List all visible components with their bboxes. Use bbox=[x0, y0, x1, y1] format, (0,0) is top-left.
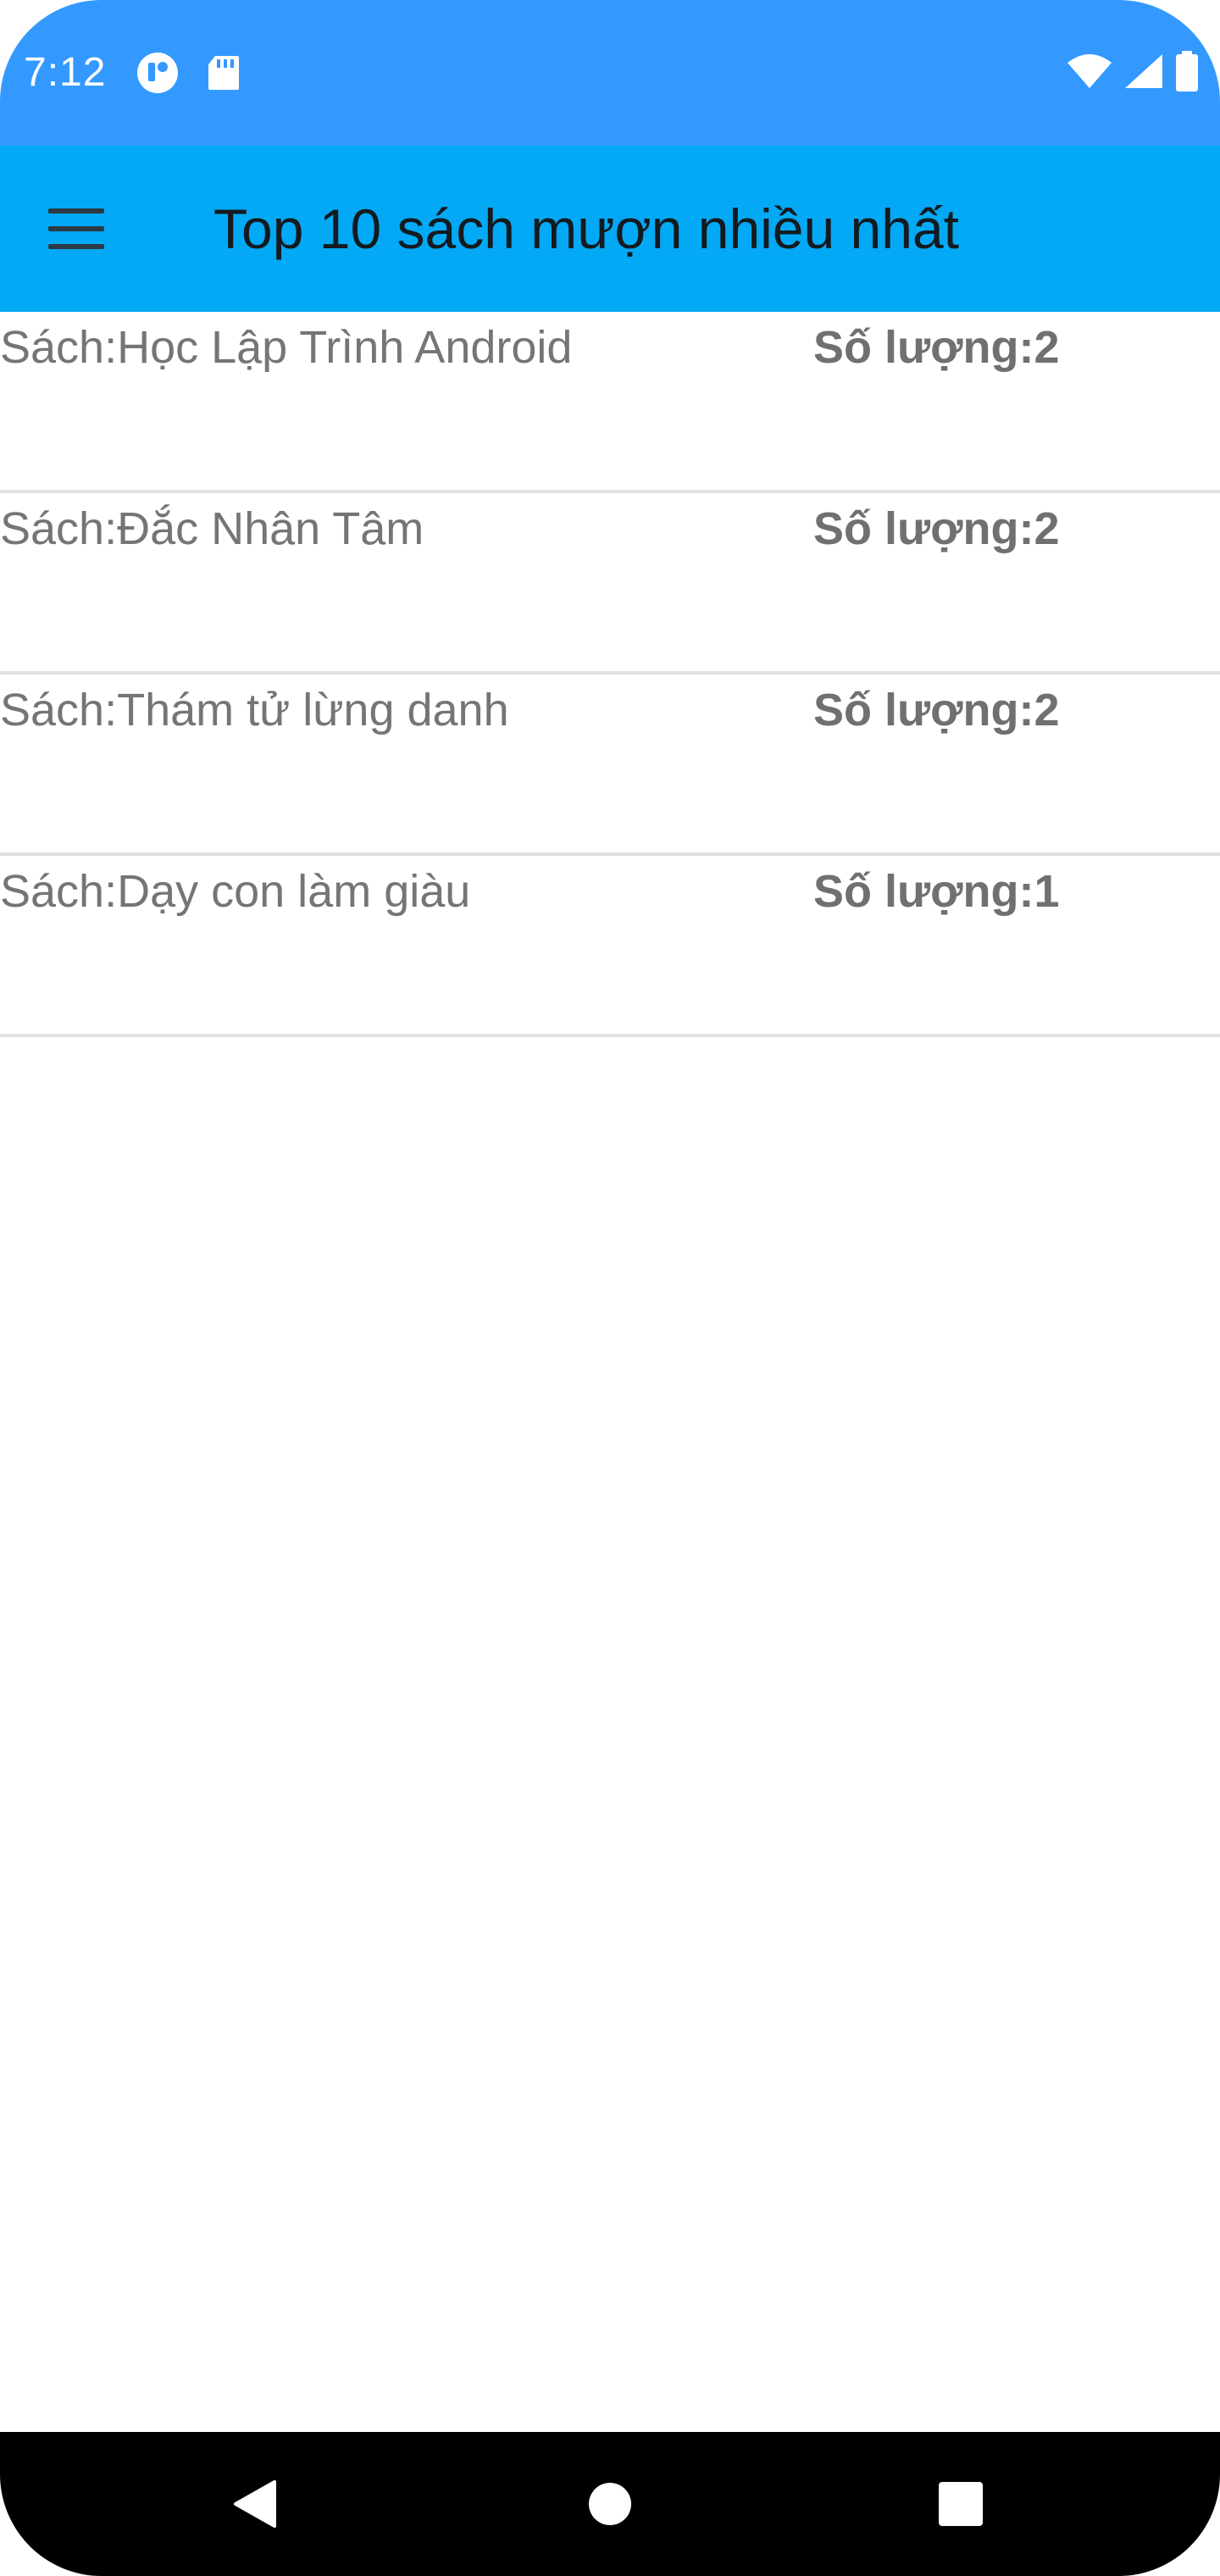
recents-icon bbox=[939, 2482, 983, 2526]
book-name: Sách:Dạy con làm giàu bbox=[0, 866, 471, 917]
list-item[interactable]: Sách:Học Lập Trình Android Số lượng:2 bbox=[0, 312, 1220, 493]
book-name: Sách:Thám tử lừng danh bbox=[0, 685, 509, 736]
list-item[interactable]: Sách:Thám tử lừng danh Số lượng:2 bbox=[0, 675, 1220, 856]
battery-icon bbox=[1174, 51, 1200, 95]
sd-card-icon bbox=[207, 54, 241, 95]
book-quantity: Số lượng:2 bbox=[813, 322, 1060, 373]
hamburger-menu-icon bbox=[48, 208, 104, 249]
status-right-icons bbox=[1066, 51, 1200, 95]
wifi-icon bbox=[1066, 53, 1113, 93]
notification-app-icon bbox=[136, 51, 180, 98]
cell-signal-icon bbox=[1123, 53, 1164, 93]
home-icon bbox=[589, 2483, 631, 2525]
book-name: Sách:Học Lập Trình Android bbox=[0, 322, 573, 373]
book-quantity: Số lượng:1 bbox=[813, 866, 1060, 917]
phone-screen: 7:12 Top 10 sách mượn nhiều nhất Sách:Họ… bbox=[0, 0, 1220, 2576]
app-bar: Top 10 sách mượn nhiều nhất bbox=[0, 146, 1220, 312]
list-item[interactable]: Sách:Đắc Nhân Tâm Số lượng:2 bbox=[0, 493, 1220, 675]
back-icon bbox=[234, 2480, 276, 2528]
recents-button[interactable] bbox=[910, 2453, 1012, 2555]
status-left-icons bbox=[136, 51, 241, 98]
list-item[interactable]: Sách:Dạy con làm giàu Số lượng:1 bbox=[0, 856, 1220, 1037]
book-list: Sách:Học Lập Trình Android Số lượng:2 Sá… bbox=[0, 312, 1220, 1037]
book-name: Sách:Đắc Nhân Tâm bbox=[0, 503, 424, 554]
home-button[interactable] bbox=[559, 2453, 661, 2555]
status-bar: 7:12 bbox=[0, 0, 1220, 146]
status-time: 7:12 bbox=[24, 50, 107, 95]
menu-button[interactable] bbox=[34, 188, 119, 269]
back-button[interactable] bbox=[203, 2453, 305, 2555]
book-quantity: Số lượng:2 bbox=[813, 685, 1060, 736]
page-title: Top 10 sách mượn nhiều nhất bbox=[214, 197, 960, 260]
navigation-bar bbox=[0, 2432, 1220, 2576]
book-quantity: Số lượng:2 bbox=[813, 503, 1060, 554]
